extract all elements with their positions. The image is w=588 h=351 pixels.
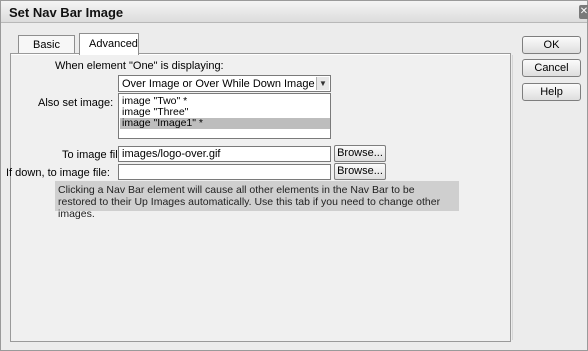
image-list[interactable]: image "Two" * image "Three" image "Image… [118,93,331,139]
nav-bar-help-note: Clicking a Nav Bar element will cause al… [55,181,459,220]
title-bar: Set Nav Bar Image ✕ [1,1,588,23]
image-state-select[interactable]: Over Image or Over While Down Image ▼ [118,75,331,92]
button-column-divider [512,55,513,340]
close-icon[interactable]: ✕ [579,5,588,19]
help-button[interactable]: Help [522,83,581,101]
chevron-down-icon[interactable]: ▼ [316,77,329,90]
to-image-file-input[interactable]: images/logo-over.gif [118,146,331,162]
if-down-image-file-label: If down, to image file: [6,167,110,179]
cancel-button[interactable]: Cancel [522,59,581,77]
if-down-image-file-input[interactable] [118,164,331,180]
list-item-image1[interactable]: image "Image1" * [120,118,330,129]
when-displaying-label: When element "One" is displaying: [55,60,224,72]
tab-advanced[interactable]: Advanced [79,33,139,55]
browse-button-to-image[interactable]: Browse... [334,145,386,162]
tab-basic[interactable]: Basic [18,35,75,54]
dialog-title: Set Nav Bar Image [9,5,124,20]
nav-bar-image-dialog: Set Nav Bar Image ✕ Basic Advanced When … [0,0,588,351]
browse-button-if-down[interactable]: Browse... [334,163,386,180]
also-set-image-label: Also set image: [38,97,114,109]
ok-button[interactable]: OK [522,36,581,54]
image-state-value: Over Image or Over While Down Image [122,78,315,90]
to-image-file-value: images/logo-over.gif [122,148,221,160]
